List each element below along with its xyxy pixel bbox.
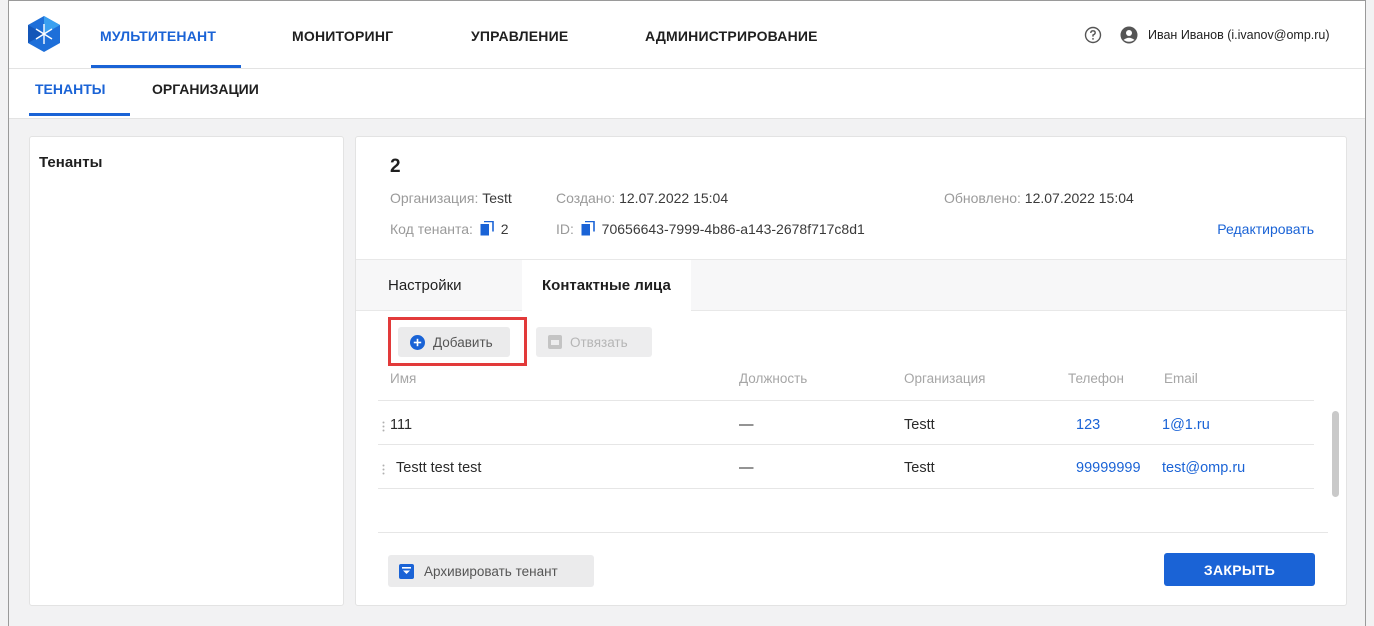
add-contact-label: Добавить (433, 334, 493, 350)
copy-icon[interactable] (581, 221, 595, 236)
drag-handle-icon[interactable] (382, 421, 385, 432)
unbind-icon (548, 335, 562, 349)
tenant-created: Создано: 12.07.2022 15:04 (556, 190, 728, 206)
tenant-code: Код тенанта: 2 (390, 221, 509, 237)
column-header-position[interactable]: Должность (739, 371, 807, 386)
nav-tab-management[interactable]: УПРАВЛЕНИЕ (471, 28, 568, 44)
cell-name: 111 (390, 417, 413, 433)
subnav-tab-organizations[interactable]: ОРГАНИЗАЦИИ (152, 81, 259, 97)
column-header-organization[interactable]: Организация (904, 371, 985, 386)
copy-icon[interactable] (480, 221, 494, 236)
organization-label: Организация: (390, 190, 479, 206)
unbind-contact-label: Отвязать (570, 334, 628, 350)
close-button[interactable]: ЗАКРЫТЬ (1164, 553, 1315, 586)
plus-circle-icon (410, 334, 425, 350)
tenant-detail-card: 2 Организация: Testt Создано: 12.07.2022… (355, 136, 1347, 606)
cell-email[interactable]: test@omp.ru (1162, 460, 1245, 476)
column-header-name[interactable]: Имя (390, 371, 416, 386)
unbind-contact-button[interactable]: Отвязать (536, 327, 652, 357)
tenant-code-label: Код тенанта: (390, 221, 473, 237)
organization-value: Testt (482, 190, 512, 206)
created-value: 12.07.2022 15:04 (619, 190, 729, 206)
tab-settings[interactable]: Настройки (368, 260, 482, 311)
app-logo-icon[interactable] (27, 15, 61, 53)
cell-organization: Testt (904, 417, 935, 433)
drag-handle-icon[interactable] (382, 464, 385, 475)
cell-phone[interactable]: 99999999 (1076, 460, 1141, 476)
user-account-icon[interactable] (1120, 26, 1138, 44)
add-contact-button[interactable]: Добавить (398, 327, 510, 357)
tenant-updated: Обновлено: 12.07.2022 15:04 (944, 190, 1134, 206)
nav-tab-multitenant[interactable]: МУЛЬТИТЕНАНТ (100, 28, 216, 44)
cell-email[interactable]: 1@1.ru (1162, 417, 1210, 433)
row-divider (378, 488, 1314, 489)
updated-label: Обновлено: (944, 190, 1021, 206)
table-divider (378, 400, 1314, 401)
row-divider (378, 444, 1314, 445)
user-name[interactable]: Иван Иванов (i.ivanov@omp.ru) (1148, 28, 1330, 42)
subnav-tab-tenants[interactable]: ТЕНАНТЫ (35, 81, 105, 97)
cell-organization: Testt (904, 460, 935, 476)
nav-tab-monitoring[interactable]: МОНИТОРИНГ (292, 28, 393, 44)
cell-position: — (739, 417, 754, 433)
column-header-email[interactable]: Email (1164, 371, 1198, 386)
archive-tenant-label: Архивировать тенант (424, 563, 558, 579)
edit-link[interactable]: Редактировать (1217, 221, 1314, 237)
cell-name: Testt test test (396, 460, 482, 476)
tenant-name: 2 (390, 156, 401, 177)
tenant-organization: Организация: Testt (390, 190, 512, 206)
cell-phone[interactable]: 123 (1076, 417, 1100, 433)
tenants-list-panel: Тенанты (29, 136, 344, 606)
created-label: Создано: (556, 190, 616, 206)
updated-value: 12.07.2022 15:04 (1024, 190, 1134, 206)
detail-tabs: Настройки Контактные лица (356, 259, 1346, 313)
tab-contacts[interactable]: Контактные лица (522, 260, 691, 313)
tenant-id-label: ID: (556, 221, 574, 237)
nav-tab-administration[interactable]: АДМИНИСТРИРОВАНИЕ (645, 28, 818, 44)
help-icon[interactable] (1084, 26, 1102, 44)
footer-divider (378, 532, 1328, 533)
archive-icon (399, 563, 414, 579)
subnav-active-indicator (29, 113, 130, 116)
tenant-id-value: 70656643-7999-4b86-a143-2678f717c8d1 (601, 221, 865, 237)
tenants-panel-title: Тенанты (39, 154, 103, 171)
nav-active-indicator (91, 65, 241, 68)
table-scrollbar[interactable] (1332, 411, 1339, 497)
app-window: МУЛЬТИТЕНАНТ МОНИТОРИНГ УПРАВЛЕНИЕ АДМИН… (8, 0, 1366, 626)
sub-navigation: ТЕНАНТЫ ОРГАНИЗАЦИИ (9, 69, 1365, 119)
cell-position: — (739, 460, 754, 476)
archive-tenant-button[interactable]: Архивировать тенант (388, 555, 594, 587)
top-navigation: МУЛЬТИТЕНАНТ МОНИТОРИНГ УПРАВЛЕНИЕ АДМИН… (9, 1, 1365, 69)
column-header-phone[interactable]: Телефон (1068, 371, 1124, 386)
tenant-id: ID: 70656643-7999-4b86-a143-2678f717c8d1 (556, 221, 865, 237)
tenant-code-value: 2 (500, 221, 509, 237)
